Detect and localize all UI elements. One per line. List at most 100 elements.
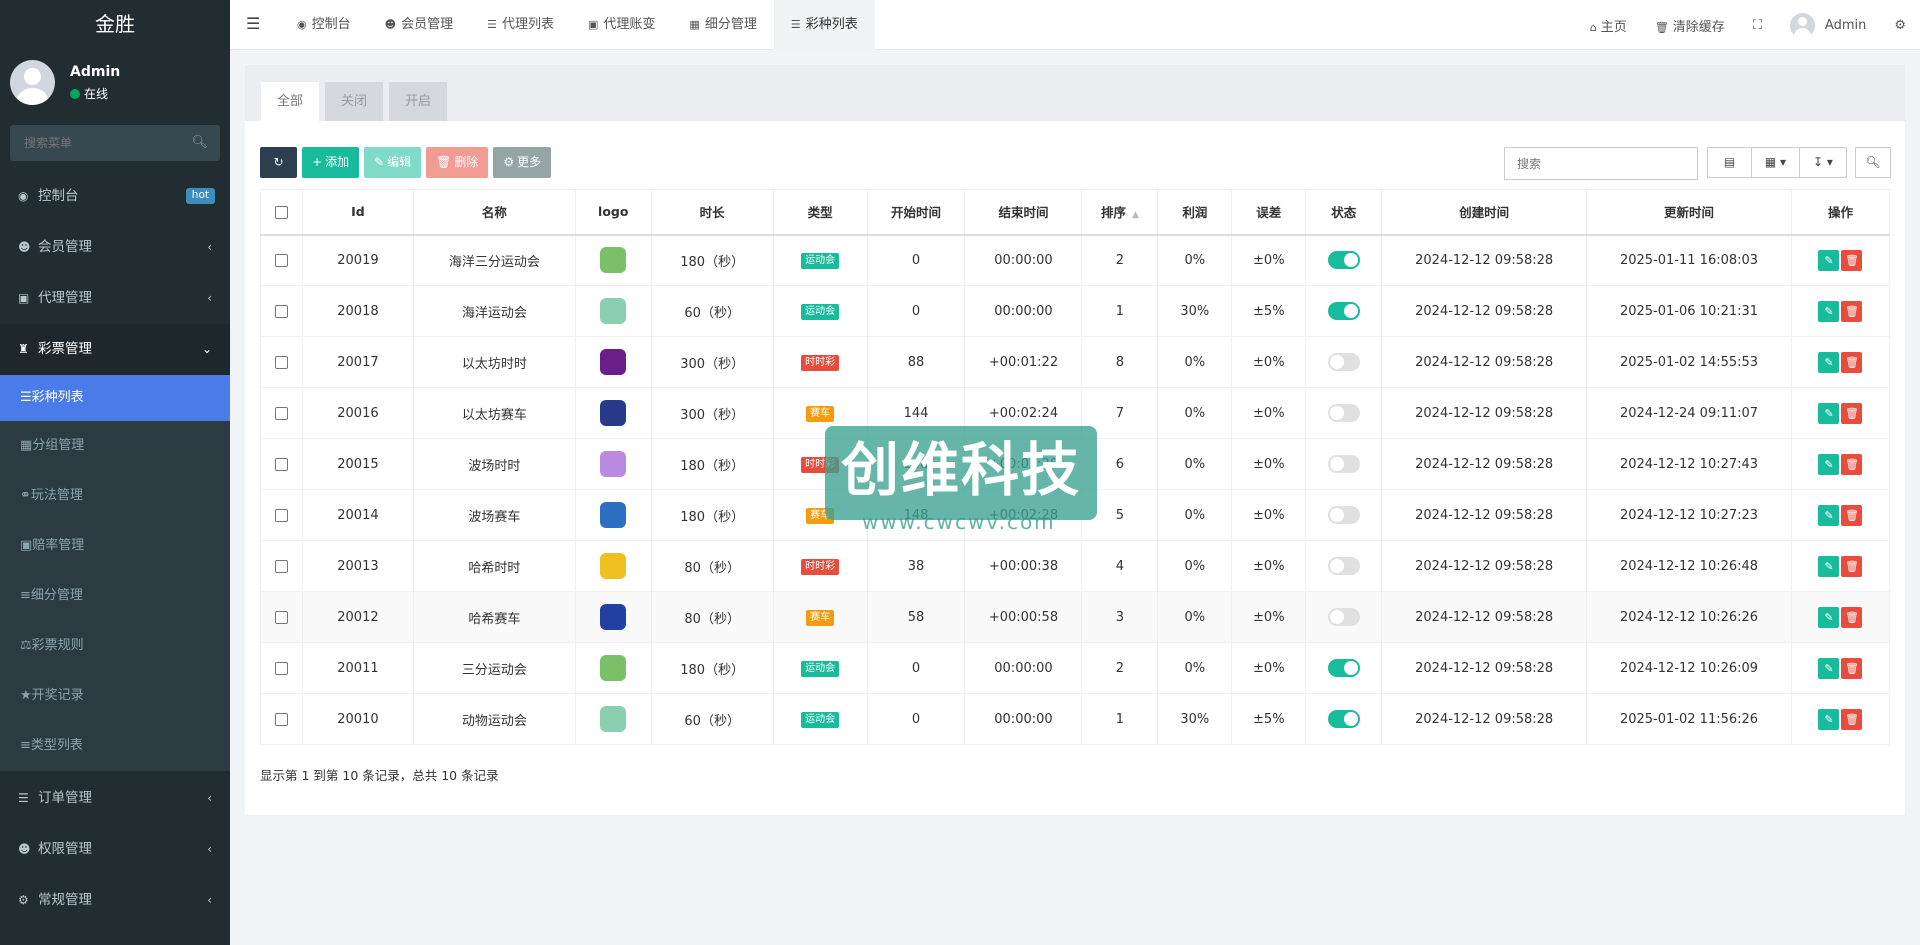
sidebar-item-lower-0[interactable]: ☰ 订单管理 ‹ (0, 773, 230, 824)
fullscreen-icon[interactable]: ⛶ (1739, 18, 1776, 33)
clear-cache-link[interactable]: 🗑︎ 清除缓存 (1641, 16, 1739, 35)
row-checkbox[interactable] (274, 559, 288, 573)
row-checkbox[interactable] (274, 406, 288, 420)
status-toggle[interactable] (1327, 353, 1360, 371)
sort-icon[interactable]: ▲︎ (1132, 210, 1139, 220)
select-all-checkbox[interactable] (274, 206, 288, 220)
status-toggle[interactable] (1327, 455, 1360, 473)
sidebar-toggle-icon[interactable]: ☰ (246, 14, 260, 33)
status-toggle[interactable] (1327, 608, 1360, 626)
table-row[interactable]: 20013 哈希时时 80（秒） 时时彩 38 +00:00:38 4 0% ±0% 2024-1… (260, 540, 1891, 592)
status-toggle[interactable] (1327, 251, 1360, 270)
column-header[interactable]: 排序 ▲︎ (1081, 189, 1159, 236)
row-checkbox[interactable] (274, 457, 288, 471)
lottery-logo-image[interactable] (600, 553, 627, 579)
refresh-button[interactable]: ↻ (260, 147, 297, 178)
lottery-logo-image[interactable] (600, 400, 627, 426)
row-edit-icon[interactable]: ✎ (1818, 504, 1840, 526)
status-toggle[interactable] (1327, 710, 1360, 728)
user-menu[interactable]: Admin (1776, 12, 1880, 38)
add-button[interactable]: + 添加 (302, 147, 360, 178)
row-delete-icon[interactable]: 🗑︎ (1841, 504, 1863, 526)
table-row[interactable]: 20018 海洋运动会 60（秒） 运动会 0 00:00:00 1 30% ±5% 2024-1… (260, 285, 1891, 337)
status-toggle[interactable] (1327, 659, 1360, 677)
sidebar-item-0[interactable]: ◉ 控制台 hot (0, 171, 230, 222)
top-tab-5[interactable]: ☰ 彩种列表 (773, 0, 875, 50)
table-search-input[interactable] (1504, 147, 1698, 180)
lottery-logo-image[interactable] (600, 298, 627, 324)
more-button[interactable]: ⚙ 更多 (493, 147, 552, 178)
table-row[interactable]: 20015 波场时时 180（秒） 时时彩 148 +00:02:28 6 0% ±0% 2024… (260, 438, 1891, 490)
row-checkbox[interactable] (274, 712, 288, 726)
row-edit-icon[interactable]: ✎ (1818, 606, 1840, 628)
row-delete-icon[interactable]: 🗑︎ (1841, 708, 1863, 730)
lottery-logo-image[interactable] (600, 247, 627, 274)
status-toggle[interactable] (1327, 404, 1360, 422)
row-delete-icon[interactable]: 🗑︎ (1841, 249, 1863, 271)
top-tab-0[interactable]: ◉ 控制台 (280, 0, 368, 50)
status-toggle[interactable] (1327, 557, 1360, 575)
table-row[interactable]: 20019 海洋三分运动会 180（秒） 运动会 0 00:00:00 2 0% ±0% 2024… (260, 234, 1891, 286)
columns-button[interactable]: ▦ ▾ (1751, 147, 1799, 178)
row-edit-icon[interactable]: ✎ (1818, 402, 1840, 424)
lottery-logo-image[interactable] (600, 502, 627, 528)
status-toggle[interactable] (1327, 506, 1360, 524)
row-delete-icon[interactable]: 🗑︎ (1841, 402, 1863, 424)
row-edit-icon[interactable]: ✎ (1818, 453, 1840, 475)
lottery-logo-image[interactable] (600, 451, 627, 477)
table-row[interactable]: 20011 三分运动会 180（秒） 运动会 0 00:00:00 2 0% ±0% 2024-1… (260, 642, 1891, 694)
sidebar-item-lower-1[interactable]: ☻ 权限管理 ‹ (0, 824, 230, 875)
submenu-item-5[interactable]: ⚖彩票规则 (0, 621, 230, 671)
row-delete-icon[interactable]: 🗑︎ (1841, 453, 1863, 475)
lottery-logo-image[interactable] (600, 655, 627, 681)
row-edit-icon[interactable]: ✎ (1818, 708, 1840, 730)
row-checkbox[interactable] (274, 661, 288, 675)
row-edit-icon[interactable]: ✎ (1818, 351, 1840, 373)
sidebar-item-2[interactable]: ▣ 代理管理 ‹ (0, 273, 230, 324)
row-checkbox[interactable] (274, 508, 288, 522)
submenu-item-3[interactable]: ▣赔率管理 (0, 521, 230, 571)
table-row[interactable]: 20010 动物运动会 60（秒） 运动会 0 00:00:00 1 30% ±5% 2024-1… (260, 693, 1891, 745)
delete-button[interactable]: 🗑︎ 删除 (426, 147, 489, 178)
submenu-item-4[interactable]: ≡细分管理 (0, 571, 230, 621)
row-delete-icon[interactable]: 🗑︎ (1841, 351, 1863, 373)
top-tab-3[interactable]: ▣ 代理账变 (571, 0, 672, 50)
submenu-item-6[interactable]: ★开奖记录 (0, 671, 230, 721)
edit-button[interactable]: ✎ 编辑 (364, 147, 422, 178)
settings-gear-icon[interactable]: ⚙ (1880, 18, 1920, 33)
row-delete-icon[interactable]: 🗑︎ (1841, 555, 1863, 577)
sidebar-item-lower-2[interactable]: ⚙ 常规管理 ‹ (0, 875, 230, 926)
row-edit-icon[interactable]: ✎ (1818, 555, 1840, 577)
row-checkbox[interactable] (274, 304, 288, 318)
sidebar-item-3[interactable]: ♜ 彩票管理 ⌄ (0, 324, 230, 375)
top-tab-4[interactable]: ▦ 细分管理 (672, 0, 773, 50)
row-delete-icon[interactable]: 🗑︎ (1841, 606, 1863, 628)
toggle-view-button[interactable]: ▤ (1707, 147, 1751, 178)
sidebar-search-input[interactable] (10, 125, 220, 161)
submenu-item-2[interactable]: ⚭玩法管理 (0, 471, 230, 521)
filter-tab-1[interactable]: 关闭 (325, 82, 384, 121)
lottery-logo-image[interactable] (600, 349, 627, 375)
table-row[interactable]: 20017 以太坊时时 300（秒） 时时彩 88 +00:01:22 8 0% ±0% 2024… (260, 336, 1891, 388)
row-edit-icon[interactable]: ✎ (1818, 300, 1840, 322)
submenu-item-1[interactable]: ▦分组管理 (0, 421, 230, 471)
sidebar-item-1[interactable]: ☻ 会员管理 ‹ (0, 222, 230, 273)
row-edit-icon[interactable]: ✎ (1818, 249, 1840, 271)
row-delete-icon[interactable]: 🗑︎ (1841, 657, 1863, 679)
search-icon[interactable]: 🔍︎ (191, 135, 208, 150)
home-link[interactable]: ⌂ 主页 (1576, 16, 1641, 35)
lottery-logo-image[interactable] (600, 604, 627, 630)
row-checkbox[interactable] (274, 610, 288, 624)
row-edit-icon[interactable]: ✎ (1818, 657, 1840, 679)
export-button[interactable]: ↧ ▾ (1799, 147, 1847, 178)
status-toggle[interactable] (1327, 302, 1360, 320)
filter-tab-0[interactable]: 全部 (261, 82, 320, 121)
advanced-search-button[interactable]: 🔍︎ (1855, 147, 1891, 178)
submenu-item-0[interactable]: ☰彩种列表 (0, 375, 230, 421)
row-checkbox[interactable] (274, 355, 288, 369)
lottery-logo-image[interactable] (600, 706, 627, 732)
row-checkbox[interactable] (274, 253, 288, 267)
table-row[interactable]: 20016 以太坊赛车 300（秒） 赛车 144 +00:02:24 7 0% ±0% 2024… (260, 387, 1891, 439)
top-tab-2[interactable]: ☰ 代理列表 (470, 0, 571, 50)
brand-logo[interactable]: 金胜 (0, 0, 230, 50)
